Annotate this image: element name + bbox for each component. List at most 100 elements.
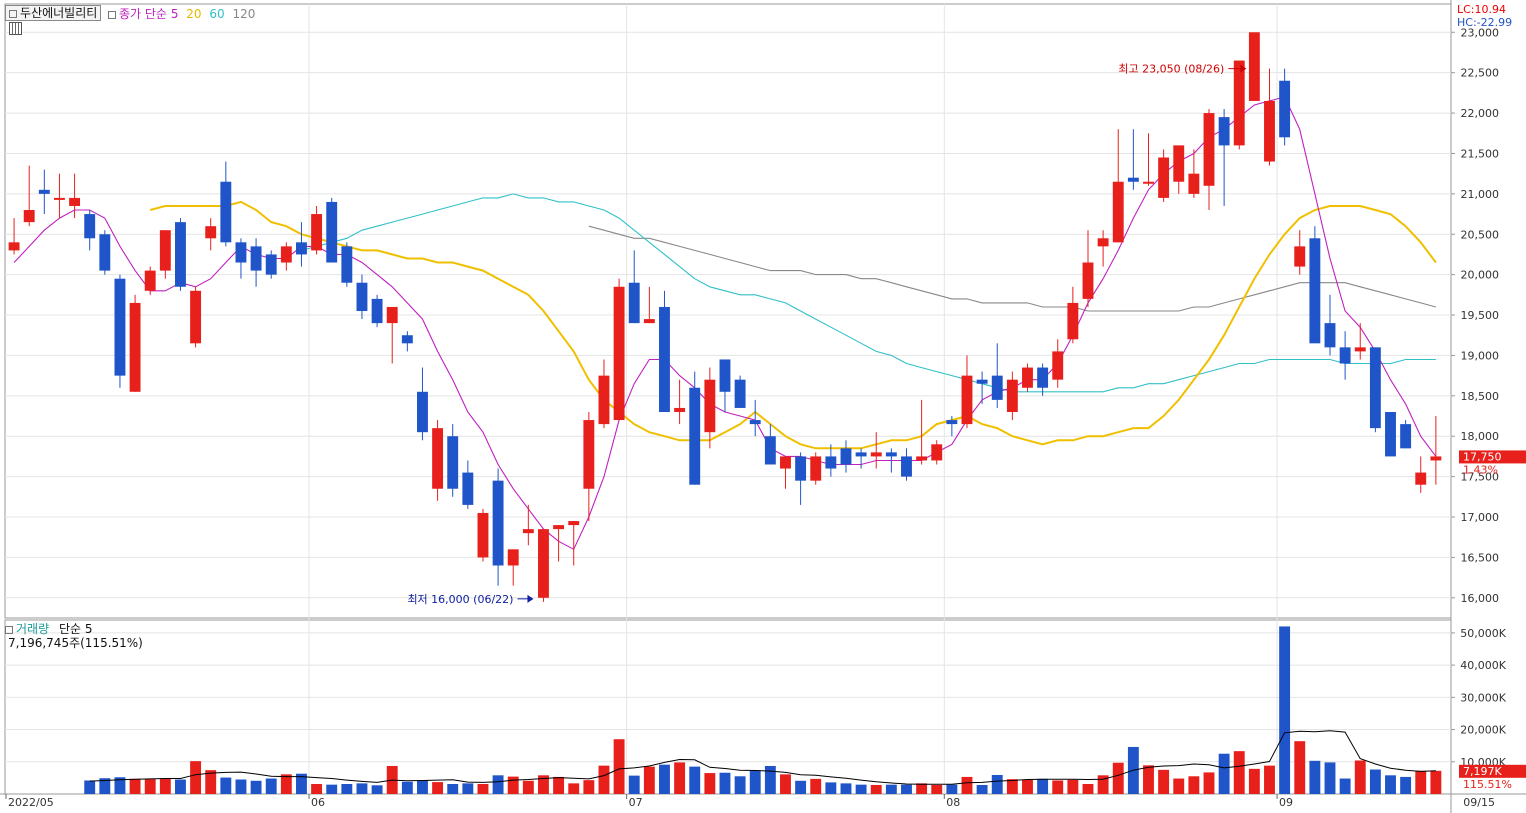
candle-body [38,189,50,194]
volume-bar [477,784,489,794]
candle-body [1082,262,1094,299]
volume-bar [1052,780,1064,794]
volume-bar [976,784,988,794]
candle-body [643,319,655,324]
volume-bar [1369,769,1381,794]
ma60-line [301,193,1436,393]
volume-bar [432,782,444,794]
last-change-label: 1.43% [1463,463,1498,476]
volume-bar [507,776,519,794]
volume-bar [1067,779,1079,794]
x-tick-label: 09 [1279,796,1293,809]
candle-body [265,254,277,275]
volume-bar [1006,779,1018,794]
price-tick-label: 19,500 [1461,309,1500,322]
volume-bar [1339,778,1351,794]
candle-body [1309,238,1321,344]
volume-bar [764,765,776,794]
candle-body [205,226,217,239]
volume-bar [326,784,338,794]
volume-tick-label: 50,000K [1460,627,1506,640]
candle-body [946,420,958,425]
candle-body [1097,238,1109,247]
volume-bar [553,776,565,794]
candle-body [462,472,474,505]
volume-bar [220,777,232,794]
candle-body [311,214,323,251]
candle-body [432,428,444,489]
price-tick-label: 20,500 [1461,228,1500,241]
candle-body [749,420,761,425]
ma-legend[interactable]: 종가 단순 5 20 60 120 [108,5,255,22]
x-tick-label: 09/15 [1463,796,1495,809]
price-tick-label: 18,500 [1461,390,1500,403]
candle-body [704,379,716,433]
volume-bar [1294,741,1306,794]
candle-body [144,270,156,291]
candle-body [296,242,307,255]
candle-body [538,529,549,598]
calendar-icon[interactable] [9,22,22,38]
candle-body [341,246,353,283]
stock-name-box[interactable]: 두산에너빌리티 [5,4,102,21]
ma120-line [588,225,1437,312]
candle-body [901,456,912,477]
volume-bar [129,778,141,794]
volume-bar [583,780,595,794]
volume-bar [1400,776,1412,794]
candle-body [84,214,96,239]
candle-body [23,210,35,223]
volume-bar [280,774,292,794]
candle-body [280,246,292,263]
candle-body [235,242,247,263]
candle-body [220,181,232,243]
candle-body [190,290,202,344]
volume-bar [885,784,897,794]
price-tick-label: 19,000 [1461,349,1500,362]
hc-label: HC:-22.99 [1457,16,1513,29]
candle-body [568,521,580,526]
volume-bar [401,781,413,794]
price-tick-label: 16,500 [1461,551,1500,564]
price-tick-label: 21,000 [1461,188,1500,201]
candle-body [810,456,822,481]
square-icon [5,625,13,634]
volume-bar [855,784,867,794]
candle-body [1339,347,1351,364]
volume-bar [961,776,973,794]
candle-body [553,525,565,530]
candle-body [371,298,383,324]
x-tick-label: 07 [629,796,643,809]
candle-body [1188,173,1200,194]
low-annotation: 최저 16,000 (06/22) [407,593,513,606]
candle-body [417,391,428,433]
candle-body [764,436,776,465]
candle-body [1279,80,1291,138]
volume-bar [1233,751,1245,794]
stock-chart[interactable]: 23,00022,50022,00021,50021,00020,50020,0… [0,0,1526,813]
candle-body [69,197,81,206]
ma-legend-120: 120 [232,7,256,21]
candle-body [583,420,595,489]
volume-bar [144,779,156,794]
volume-bar [159,778,171,794]
volume-tick-label: 20,000K [1460,724,1506,737]
candle-body [719,359,731,392]
candle-body [916,456,928,461]
candle-body [114,278,126,376]
candle-body [734,379,746,408]
price-tick-label: 18,000 [1461,430,1500,443]
volume-bar [1112,762,1124,794]
candle-body [780,456,791,469]
candle-body [175,222,186,287]
volume-bar [613,739,625,794]
volume-bar [1158,769,1170,794]
volume-bar [371,785,383,794]
volume-bar [1218,753,1230,794]
volume-bar [674,762,686,794]
last-volume-pct-label: 115.51% [1463,778,1512,791]
volume-bar [568,783,580,794]
volume-bar [795,780,807,794]
volume-bar [749,770,761,794]
volume-bar [265,778,277,794]
